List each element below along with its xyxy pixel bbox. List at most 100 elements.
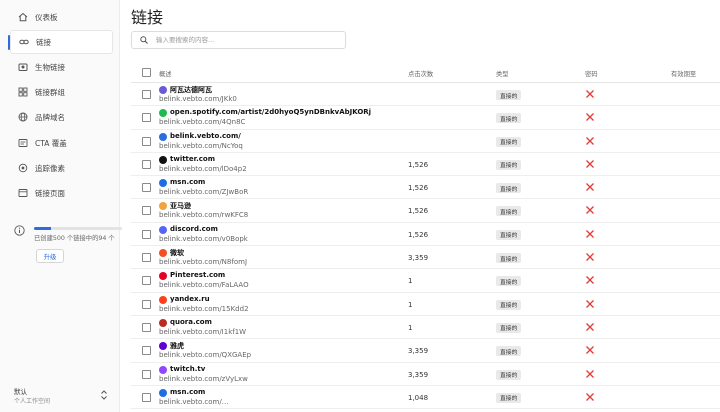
row-checkbox[interactable] — [142, 90, 151, 99]
search-box[interactable] — [131, 31, 346, 49]
sidebar-item-brand-domains[interactable]: 品牌域名 — [10, 105, 113, 129]
short-url[interactable]: belink.vebto.com/4Qn8C — [159, 118, 245, 126]
row-checkbox[interactable] — [142, 299, 151, 309]
sidebar-item-label: 链接 — [36, 37, 51, 47]
column-type[interactable]: 类型 — [496, 69, 509, 78]
column-overview[interactable]: 概述 — [159, 69, 172, 78]
table-row[interactable]: belink.vebto.com/belink.vebto.com/NcYoq 直… — [131, 130, 720, 153]
row-checkbox[interactable] — [142, 276, 151, 286]
sidebar-item-tracking-pixels[interactable]: 追踪像素 — [10, 156, 113, 180]
type-badge: 直接的 — [496, 276, 522, 287]
type-badge: 直接的 — [496, 90, 522, 100]
no-password-icon — [586, 276, 594, 285]
short-url[interactable]: belink.vebto.com/ZJwBoR — [159, 188, 248, 196]
table-row[interactable]: 微软 belink.vebto.com/N8fomJ 3,359 直接的 — [131, 246, 720, 270]
type-badge: 直接的 — [496, 113, 522, 124]
table-row[interactable]: 亚马逊 belink.vebto.com/rwKFC8 1,526 直接的 — [131, 199, 720, 223]
short-url[interactable]: belink.vebto.com/zVyLxw — [159, 375, 248, 383]
no-password-icon — [586, 136, 594, 145]
table-row[interactable]: 雅虎 belink.vebto.com/QXGAEp 3,359 直接的 — [131, 339, 720, 363]
table-row[interactable]: quora.com belink.vebto.com/I1kf1W 1 直接的 — [131, 316, 720, 340]
table-row[interactable]: yandex.ru belink.vebto.com/15Kdd2 1 直接的 — [131, 293, 720, 316]
link-title[interactable]: 阿瓦达德阿瓦 — [170, 85, 212, 95]
info-icon — [14, 225, 25, 236]
link-title[interactable]: 亚马逊 — [170, 201, 191, 211]
upgrade-button[interactable]: 升级 — [36, 249, 64, 263]
search-input[interactable] — [156, 36, 336, 44]
short-url[interactable]: belink.vebto.com/15Kdd2 — [159, 305, 249, 313]
row-checkbox[interactable] — [142, 346, 151, 356]
sidebar-item-label: 链接群组 — [35, 87, 65, 97]
link-title[interactable]: yandex.ru — [170, 295, 210, 303]
link-title[interactable]: 微软 — [170, 248, 184, 258]
short-url[interactable]: belink.vebto.com/FaLAAO — [159, 281, 249, 289]
favicon-icon — [159, 318, 167, 327]
link-title[interactable]: msn.com — [170, 388, 205, 396]
sidebar-item-link-groups[interactable]: 链接群组 — [10, 80, 113, 104]
link-title[interactable]: twitter.com — [170, 155, 215, 163]
sidebar-item-label: CTA 覆盖 — [35, 138, 67, 148]
sidebar-item-label: 品牌域名 — [35, 112, 65, 122]
chevron-up-down-icon — [101, 390, 107, 400]
click-count: 1 — [408, 300, 413, 309]
short-url[interactable]: belink.vebto.com/… — [159, 398, 229, 406]
link-title[interactable]: 雅虎 — [170, 341, 184, 351]
sidebar-item-label: 追踪像素 — [35, 163, 65, 173]
column-clicks[interactable]: 点击次数 — [408, 69, 433, 78]
row-checkbox[interactable] — [142, 136, 151, 146]
short-url[interactable]: belink.vebto.com/JKk0 — [159, 95, 237, 103]
sidebar-item-cta-overlay[interactable]: CTA 覆盖 — [10, 131, 113, 155]
table-row[interactable]: twitch.tv belink.vebto.com/zVyLxw 3,359 直接的 — [131, 363, 720, 386]
table-row[interactable]: msn.com belink.vebto.com/ZJwBoR 1,526 直接的 — [131, 176, 720, 200]
row-checkbox[interactable] — [142, 229, 151, 239]
link-title[interactable]: quora.com — [170, 318, 212, 326]
favicon-icon — [159, 86, 167, 94]
row-checkbox[interactable] — [142, 159, 151, 169]
link-title[interactable]: belink.vebto.com/ — [170, 132, 241, 140]
globe-icon — [18, 112, 28, 122]
table-row[interactable]: Pinterest.com belink.vebto.com/FaLAAO 1 直接的 — [131, 269, 720, 293]
short-url[interactable]: belink.vebto.com/rwKFC8 — [159, 211, 248, 219]
sidebar-item-label: 链接页面 — [35, 188, 65, 198]
table-row[interactable]: twitter.com belink.vebto.com/lDo4p2 1,526 直… — [131, 153, 720, 177]
page-icon — [18, 188, 28, 198]
row-checkbox[interactable] — [142, 206, 151, 216]
table-row[interactable]: open.spotify.com/artist/2d0hyoQ5ynDBnkvA… — [131, 106, 720, 130]
row-checkbox[interactable] — [142, 322, 151, 332]
row-checkbox[interactable] — [142, 113, 151, 123]
link-title[interactable]: discord.com — [170, 225, 218, 233]
short-url[interactable]: belink.vebto.com/lDo4p2 — [159, 165, 247, 173]
short-url[interactable]: belink.vebto.com/QXGAEp — [159, 351, 251, 359]
workspace-switcher[interactable]: 默认 个人工作空间 — [14, 386, 112, 408]
row-checkbox[interactable] — [142, 253, 151, 263]
table-row[interactable]: 阿瓦达德阿瓦 belink.vebto.com/JKk0 直接的 — [131, 83, 720, 107]
link-title[interactable]: twitch.tv — [170, 365, 205, 373]
sidebar-item-dashboard[interactable]: 仪表板 — [10, 5, 113, 29]
row-checkbox[interactable] — [142, 183, 151, 193]
sidebar-item-links[interactable]: 链接 — [8, 30, 113, 54]
select-all-checkbox[interactable] — [142, 68, 151, 77]
type-badge: 直接的 — [496, 253, 522, 264]
sidebar-item-bio-links[interactable]: 生物链接 — [10, 55, 113, 79]
sidebar-item-link-pages[interactable]: 链接页面 — [10, 181, 113, 205]
table-row[interactable]: discord.com belink.vebto.com/v0Bopk 1,526 直… — [131, 223, 720, 247]
link-title[interactable]: Pinterest.com — [170, 271, 225, 279]
row-checkbox[interactable] — [142, 369, 151, 379]
link-title[interactable]: msn.com — [170, 178, 205, 186]
sidebar: 仪表板 链接 生物链接 链接群组 品牌域名 CTA 覆盖 追踪像素 链接页面 已… — [0, 0, 122, 412]
column-password[interactable]: 密码 — [585, 69, 598, 78]
short-url[interactable]: belink.vebto.com/N8fomJ — [159, 258, 247, 266]
click-count: 3,359 — [408, 254, 429, 263]
link-title[interactable]: open.spotify.com/artist/2d0hyoQ5ynDBnkvA… — [170, 108, 371, 116]
table-row[interactable]: msn.com belink.vebto.com/… 1,048 直接的 — [131, 386, 720, 410]
no-password-icon — [586, 392, 594, 401]
click-count: 1,526 — [408, 160, 429, 169]
no-password-icon — [586, 299, 594, 308]
short-url[interactable]: belink.vebto.com/I1kf1W — [159, 328, 246, 336]
short-url[interactable]: belink.vebto.com/v0Bopk — [159, 235, 248, 243]
column-expires[interactable]: 有效期至 — [671, 69, 696, 78]
row-checkbox[interactable] — [142, 392, 151, 402]
quota-progress-bar — [34, 227, 122, 230]
click-count: 1 — [408, 277, 413, 286]
short-url[interactable]: belink.vebto.com/NcYoq — [159, 142, 243, 150]
